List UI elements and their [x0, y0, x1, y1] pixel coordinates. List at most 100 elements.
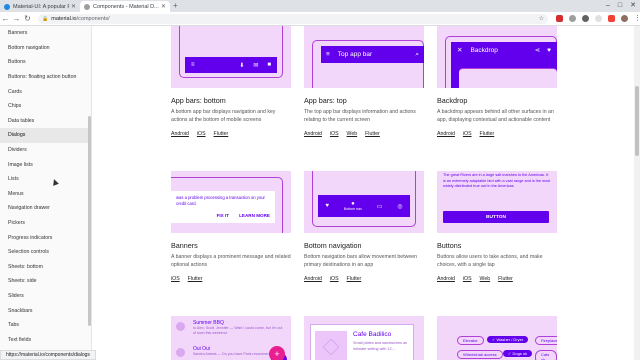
page-scrollbar-thumb[interactable]	[635, 86, 639, 156]
browser-tab-material-ui[interactable]: Material-UI: A popular R... ✕	[0, 1, 80, 12]
card-description: The top app bar displays information and…	[304, 109, 416, 123]
link-flutter[interactable]: Flutter	[214, 131, 229, 137]
card-title: Backdrop	[437, 96, 468, 105]
reload-icon[interactable]: ↻	[22, 14, 33, 23]
sidebar-item-sheets-side[interactable]: Sheets: side	[0, 274, 91, 289]
sidebar-item-chips[interactable]: Chips	[0, 99, 91, 114]
forward-arrow-icon[interactable]: →	[11, 14, 22, 23]
link-ios[interactable]: iOS	[330, 276, 339, 282]
card-title: Banners	[171, 241, 198, 250]
link-ios[interactable]: iOS	[171, 276, 180, 282]
material-favicon-icon	[84, 3, 90, 10]
chip: Fireplace	[535, 336, 557, 345]
maximize-icon[interactable]: □	[618, 0, 622, 11]
platform-links: Android iOS Flutter	[304, 276, 424, 282]
back-arrow-icon[interactable]: ←	[0, 14, 11, 23]
sidebar-item-bottom-navigation[interactable]: Bottom navigation	[0, 41, 91, 56]
link-web[interactable]: Web	[347, 131, 358, 137]
card-app-bars-bottom[interactable]: ≡ ⬇ ✉ ■ App bars: bottom A bottom app ba…	[171, 26, 291, 137]
link-ios[interactable]: iOS	[463, 276, 472, 282]
close-tab-icon[interactable]: ✕	[161, 3, 166, 10]
link-android[interactable]: Android	[437, 276, 455, 282]
card-buttons[interactable]: The great Rivers are in a large salt mar…	[437, 171, 557, 282]
card-description: A bottom app bar displays navigation and…	[171, 109, 276, 123]
extension-dark-icon[interactable]	[582, 15, 589, 22]
address-bar[interactable]: 🔒 material.io /components/ ☆	[38, 14, 548, 24]
close-tab-icon[interactable]: ✕	[71, 3, 76, 10]
extension-icons: ⋮	[556, 15, 640, 22]
sidebar-item-banners[interactable]: Banners	[0, 26, 91, 41]
extension-light-icon[interactable]	[595, 15, 602, 22]
sidebar-item-snackbars[interactable]: Snackbars	[0, 303, 91, 318]
mail-icon: ✉	[253, 62, 259, 69]
sidebar-item-image-lists[interactable]: Image lists	[0, 157, 91, 172]
sidebar-item-menus[interactable]: Menus	[0, 187, 91, 202]
cards-thumbnail: Cafe Badilico Small plates and sandwiche…	[304, 316, 424, 360]
card-banners[interactable]: was a problem processing a transaction o…	[171, 171, 291, 282]
link-android[interactable]: Android	[304, 131, 322, 137]
sidebar-scrollbar[interactable]	[88, 116, 91, 326]
sidebar-item-sliders[interactable]: Sliders	[0, 289, 91, 304]
download-icon: ⬇	[239, 62, 245, 69]
menu-icon: ≡	[326, 51, 330, 58]
browser-menu-icon[interactable]: ⋮	[634, 15, 640, 22]
sidebar-item-progress-indicators[interactable]: Progress indicators	[0, 230, 91, 245]
close-icon: ✕	[457, 47, 463, 54]
link-ios[interactable]: iOS	[330, 131, 339, 137]
link-flutter[interactable]: Flutter	[188, 276, 203, 282]
sidebar-item-fab[interactable]: Buttons: floating action button	[0, 70, 91, 85]
banner-learn-button: LEARN MORE	[239, 213, 270, 218]
tab-title: Components - Material D...	[93, 3, 159, 10]
browser-tab-components[interactable]: Components - Material D... ✕	[80, 1, 170, 12]
extension-pink-icon[interactable]	[608, 15, 615, 22]
link-flutter[interactable]: Flutter	[480, 131, 495, 137]
components-grid: ≡ ⬇ ✉ ■ App bars: bottom A bottom app ba…	[93, 26, 633, 360]
link-flutter[interactable]: Flutter	[498, 276, 513, 282]
sidebar-item-tabs[interactable]: Tabs	[0, 318, 91, 333]
sidebar-item-navigation-drawer[interactable]: Navigation drawer	[0, 201, 91, 216]
sidebar-item-dialogs[interactable]: Dialogs	[0, 128, 91, 143]
page-fab-icon[interactable]: +	[269, 346, 285, 360]
sidebar-item-cards[interactable]: Cards	[0, 84, 91, 99]
avatar	[176, 322, 185, 331]
card-cards-partial[interactable]: Cafe Badilico Small plates and sandwiche…	[304, 316, 424, 360]
sidebar-item-buttons[interactable]: Buttons	[0, 55, 91, 70]
shape-icon	[322, 338, 340, 356]
card-description: Buttons allow users to take actions, and…	[437, 254, 543, 268]
link-web[interactable]: Web	[480, 276, 491, 282]
sidebar-item-text-fields[interactable]: Text fields	[0, 332, 91, 347]
link-android[interactable]: Android	[171, 131, 189, 137]
search-icon: ⌕	[415, 50, 419, 58]
chip: Wheelchair access	[457, 350, 503, 359]
new-tab-button[interactable]: +	[173, 1, 178, 11]
folder-icon: ▭	[376, 203, 383, 210]
link-ios[interactable]: iOS	[463, 131, 472, 137]
chip: Elevator	[457, 336, 484, 345]
card-chips-partial[interactable]: Elevator ✓ Washer / Dryer Fireplace Whee…	[437, 316, 557, 360]
close-window-icon[interactable]: ✕	[630, 0, 636, 11]
link-flutter[interactable]: Flutter	[365, 131, 380, 137]
card-title: App bars: bottom	[171, 96, 226, 105]
card-backdrop[interactable]: ✕ Backdrop ⋖ ♥ Backdrop A backdrop appea…	[437, 26, 557, 137]
bookmark-star-icon[interactable]: ☆	[539, 15, 544, 22]
sidebar-item-lists[interactable]: Lists	[0, 172, 91, 187]
extension-red-icon[interactable]	[556, 15, 563, 22]
minimize-icon[interactable]: –	[606, 0, 610, 11]
buttons-thumbnail: The great Rivers are in a large salt mar…	[437, 171, 557, 233]
sidebar-item-dividers[interactable]: Dividers	[0, 143, 91, 158]
sidebar-item-data-tables[interactable]: Data tables	[0, 114, 91, 129]
profile-avatar-icon[interactable]	[621, 15, 628, 22]
card-app-bars-top[interactable]: ≡ Top app bar ⌕ App bars: top The top ap…	[304, 26, 424, 137]
page-scrollbar[interactable]	[634, 26, 640, 360]
app-bars-top-thumbnail: ≡ Top app bar ⌕	[304, 26, 424, 88]
card-bottom-navigation[interactable]: ♥ ● Bottom nav ▭ ◎ Bottom navigation Bot…	[304, 171, 424, 282]
sidebar-item-selection-controls[interactable]: Selection controls	[0, 245, 91, 260]
extension-grey-icon[interactable]	[569, 15, 576, 22]
sidebar-item-pickers[interactable]: Pickers	[0, 216, 91, 231]
link-flutter[interactable]: Flutter	[347, 276, 362, 282]
link-android[interactable]: Android	[437, 131, 455, 137]
link-ios[interactable]: iOS	[197, 131, 206, 137]
link-android[interactable]: Android	[304, 276, 322, 282]
material-ui-favicon-icon	[4, 3, 10, 10]
sidebar-item-sheets-bottom[interactable]: Sheets: bottom	[0, 260, 91, 275]
